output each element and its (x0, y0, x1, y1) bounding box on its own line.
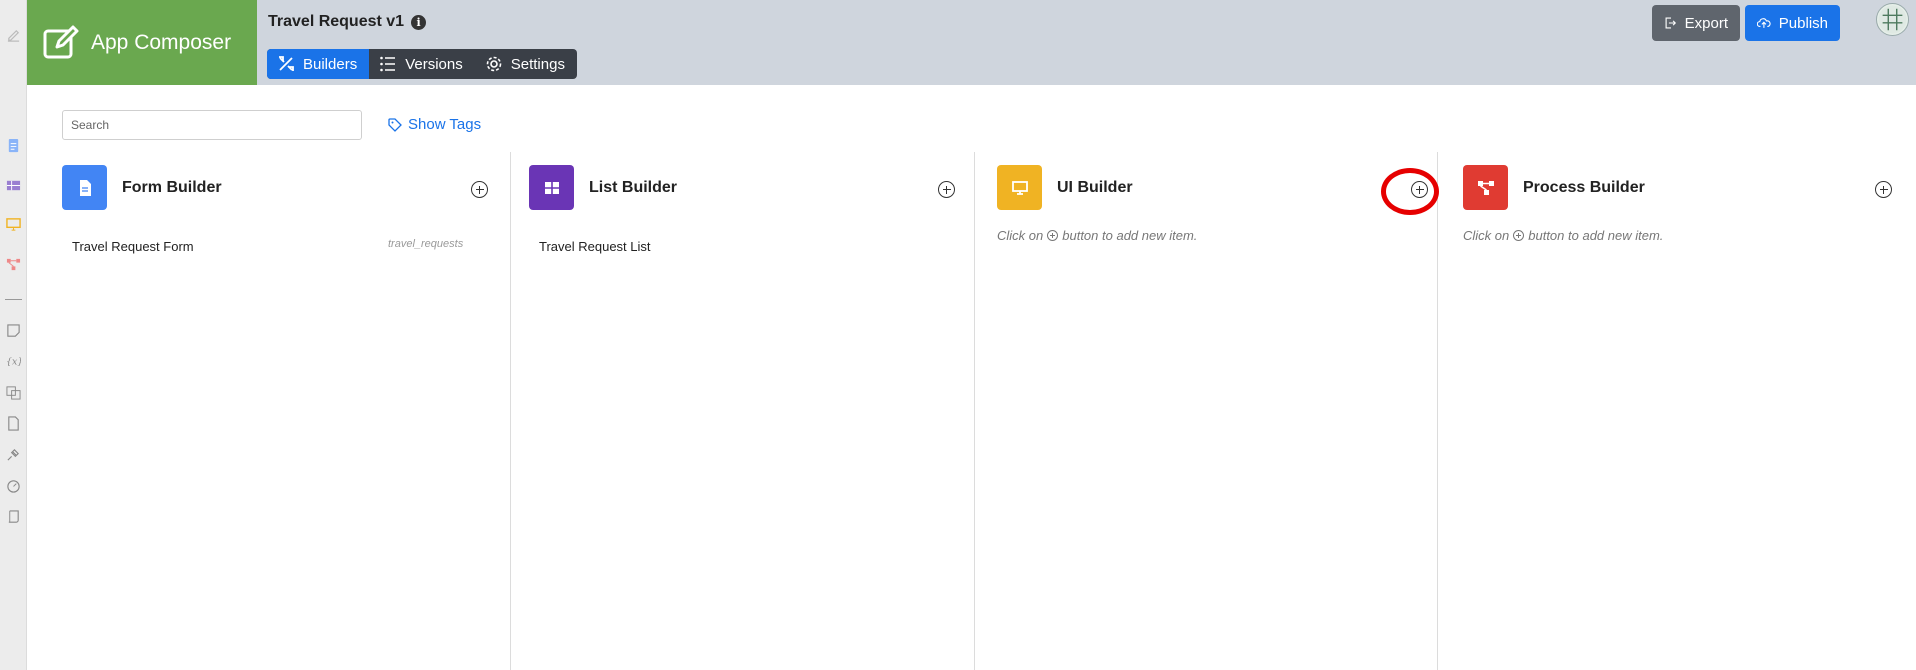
list-builder-title: List Builder (589, 178, 678, 196)
info-icon[interactable]: i (411, 14, 427, 30)
cloud-upload-icon (1757, 18, 1771, 28)
tab-settings[interactable]: Settings (475, 49, 577, 79)
tag-icon (388, 117, 402, 132)
list-icon (380, 56, 396, 72)
left-sidebar: {x} (0, 0, 27, 670)
show-tags-link[interactable]: Show Tags (388, 116, 481, 133)
export-label: Export (1684, 14, 1728, 32)
table-icon (529, 165, 574, 210)
ui-builder-header: UI Builder (997, 165, 1133, 210)
app-title: Travel Request v1 i (268, 13, 427, 31)
ui-builder-add-button[interactable] (1411, 181, 1428, 198)
process-builder-column: Process Builder Click on button to add n… (1437, 152, 1916, 670)
top-header: App Composer Travel Request v1 i Builder… (27, 0, 1916, 85)
form-builder-title: Form Builder (122, 178, 222, 196)
plus-circle-icon (1513, 230, 1525, 241)
gear-icon (486, 56, 502, 72)
tab-settings-label: Settings (510, 55, 565, 73)
ui-builder-column: UI Builder Click on button to add new it… (974, 152, 1437, 670)
list-item[interactable]: Travel Request Form (72, 239, 194, 254)
tab-versions[interactable]: Versions (369, 49, 475, 79)
note-icon[interactable] (5, 322, 22, 339)
plus-circle-icon (1047, 230, 1059, 241)
brand-name: App Composer (91, 30, 232, 54)
form-builder-add-button[interactable] (471, 181, 488, 198)
hint-before: Click on (1463, 228, 1510, 243)
process-icon (1463, 165, 1508, 210)
item-table-name: travel_requests (388, 238, 464, 250)
list-builder-column: List Builder Travel Request List (510, 152, 974, 670)
process-builder-nav-icon[interactable] (5, 256, 22, 273)
document-icon (62, 165, 107, 210)
process-builder-title: Process Builder (1523, 178, 1645, 196)
variable-icon[interactable]: {x} (5, 352, 22, 369)
ui-builder-title: UI Builder (1057, 178, 1133, 196)
dashboard-icon[interactable] (5, 477, 22, 494)
hint-after: button to add new item. (1528, 228, 1664, 243)
form-builder-column: Form Builder Travel Request Form travel_… (62, 152, 510, 670)
avatar[interactable] (1876, 3, 1909, 36)
process-builder-add-button[interactable] (1875, 181, 1892, 198)
hint-before: Click on (997, 228, 1044, 243)
plugin-icon[interactable] (5, 446, 22, 463)
tab-bar: Builders Versions Settings (267, 49, 577, 79)
tab-versions-label: Versions (405, 55, 463, 73)
svg-text:{x}: {x} (6, 356, 21, 367)
list-builder-header: List Builder (529, 165, 677, 210)
form-builder-nav-icon[interactable] (5, 137, 22, 154)
brand-block[interactable]: App Composer (27, 0, 257, 85)
file-icon[interactable] (5, 415, 22, 432)
form-builder-header: Form Builder (62, 165, 222, 210)
user-avatar-icon (1878, 5, 1907, 34)
publish-label: Publish (1778, 14, 1828, 32)
tools-icon (279, 56, 294, 71)
edit-icon[interactable] (5, 27, 22, 44)
monitor-icon (997, 165, 1042, 210)
process-builder-header: Process Builder (1463, 165, 1645, 210)
edit-square-icon (43, 25, 79, 58)
export-button[interactable]: Export (1652, 5, 1740, 41)
publish-button[interactable]: Publish (1745, 5, 1840, 41)
export-icon (1665, 17, 1677, 29)
empty-hint: Click on button to add new item. (1463, 228, 1663, 243)
hint-after: button to add new item. (1062, 228, 1198, 243)
app-title-text: Travel Request v1 (268, 13, 405, 30)
list-item[interactable]: Travel Request List (539, 239, 651, 254)
tab-builders[interactable]: Builders (267, 49, 370, 79)
sidebar-divider (5, 299, 22, 300)
list-builder-nav-icon[interactable] (5, 177, 22, 194)
script-icon[interactable] (5, 508, 22, 525)
tab-builders-label: Builders (303, 55, 358, 73)
list-builder-add-button[interactable] (938, 181, 955, 198)
empty-hint: Click on button to add new item. (997, 228, 1197, 243)
translate-icon[interactable] (5, 384, 22, 401)
ui-builder-nav-icon[interactable] (5, 216, 22, 233)
search-input[interactable] (62, 110, 362, 140)
show-tags-label: Show Tags (408, 116, 482, 133)
app-root: {x} App Composer Travel Request v1 (0, 0, 1916, 670)
